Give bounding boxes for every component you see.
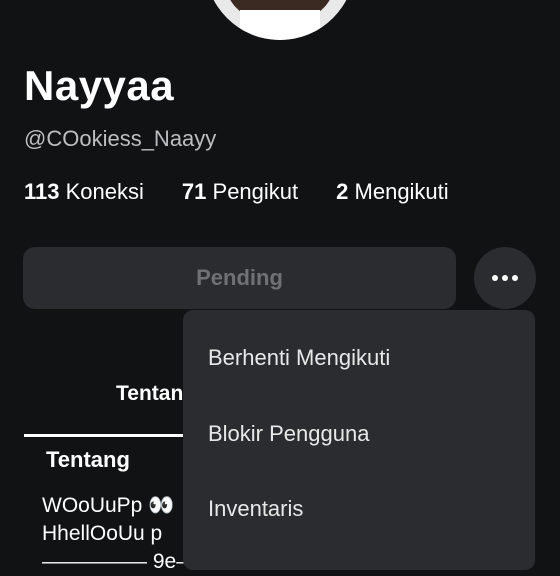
ellipsis-icon	[502, 275, 508, 281]
profile-stats: 113 Koneksi 71 Pengikut 2 Mengikuti	[24, 179, 487, 205]
display-name: Nayyaa	[24, 62, 175, 109]
about-section-title: Tentang	[46, 447, 130, 472]
stat-followers[interactable]: 71 Pengikut	[182, 179, 298, 205]
tab-underline	[24, 434, 184, 437]
pending-button[interactable]: Pending	[23, 247, 456, 309]
about-line-2: HhellOoUu p	[42, 522, 163, 545]
avatar-shirt	[240, 10, 320, 40]
menu-item-inventory[interactable]: Inventaris	[208, 496, 303, 522]
stat-connections-count: 113	[24, 179, 60, 204]
ellipsis-icon	[512, 275, 518, 281]
menu-item-block-user[interactable]: Blokir Pengguna	[208, 421, 369, 447]
stat-connections[interactable]: 113 Koneksi	[24, 179, 144, 205]
more-options-menu: Berhenti Mengikuti Blokir Pengguna Inven…	[183, 310, 535, 570]
stat-following[interactable]: 2 Mengikuti	[336, 179, 449, 205]
pending-button-label: Pending	[196, 265, 283, 290]
about-line-1: WOoUuPp 👀	[42, 494, 175, 517]
avatar	[205, 0, 355, 40]
stat-followers-label: Pengikut	[212, 179, 299, 204]
stat-connections-label: Koneksi	[65, 179, 144, 204]
stat-following-count: 2	[336, 179, 349, 204]
ellipsis-icon	[492, 275, 498, 281]
stat-following-label: Mengikuti	[354, 179, 449, 204]
username: @COokiess_Naayy	[24, 126, 217, 151]
more-options-button[interactable]	[474, 247, 536, 309]
stat-followers-count: 71	[181, 179, 207, 204]
menu-item-unfollow[interactable]: Berhenti Mengikuti	[208, 345, 390, 371]
